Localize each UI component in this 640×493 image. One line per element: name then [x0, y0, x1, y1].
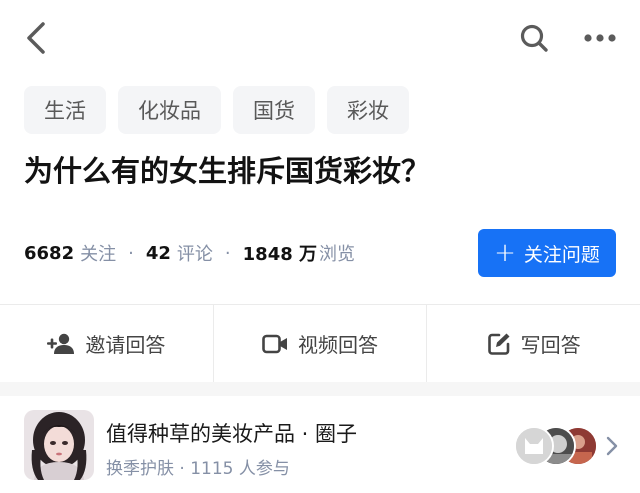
circle-entry[interactable]: 值得种草的美妆产品 · 圈子 换季护肤 · 1115 人参与 [0, 396, 640, 493]
question-stats: 6682 关注 · 42 评论 · 1848 万 浏览 [24, 236, 355, 270]
circle-subtitle: 换季护肤 · 1115 人参与 [106, 459, 290, 479]
write-answer-button[interactable]: 写回答 [426, 305, 640, 382]
circle-cover-image [24, 410, 94, 480]
topic-tag[interactable]: 彩妆 [327, 86, 409, 134]
more-horizontal-icon [584, 34, 616, 42]
edit-icon [487, 333, 510, 355]
invite-answer-button[interactable]: 邀请回答 [0, 305, 213, 382]
video-answer-label: 视频回答 [298, 333, 378, 357]
member-avatars [514, 426, 598, 466]
views-label: 浏览 [319, 244, 356, 265]
write-answer-label: 写回答 [520, 333, 581, 357]
back-button[interactable] [18, 18, 54, 58]
comments-label[interactable]: 评论 [177, 240, 213, 266]
top-navigation-bar [0, 0, 640, 76]
video-camera-icon [262, 334, 287, 353]
video-answer-button[interactable]: 视频回答 [212, 305, 427, 382]
follow-question-label: 关注问题 [523, 243, 600, 266]
circle-title: 值得种草的美妆产品 · 圈子 [106, 422, 358, 446]
avatar [514, 426, 554, 466]
section-divider [0, 382, 640, 396]
search-button[interactable] [516, 20, 552, 56]
invite-user-icon [47, 333, 75, 354]
topic-tag[interactable]: 国货 [233, 86, 315, 134]
followers-count: 6682 [24, 242, 75, 264]
answer-action-bar: 邀请回答 视频回答 写回答 [0, 304, 640, 382]
topic-tags: 生活 化妆品 国货 彩妆 [24, 86, 409, 134]
comments-count[interactable]: 42 [146, 243, 171, 264]
stat-separator: · [128, 242, 134, 264]
more-options-button[interactable] [578, 20, 622, 56]
views-count: 1848 万 [242, 244, 318, 265]
chevron-left-icon [27, 22, 45, 54]
plus-icon: + [494, 238, 516, 268]
invite-answer-label: 邀请回答 [85, 333, 166, 357]
question-title: 为什么有的女生排斥国货彩妆？ [24, 154, 431, 188]
search-icon [520, 24, 548, 52]
topic-tag[interactable]: 生活 [24, 86, 106, 134]
follow-question-button[interactable]: + 关注问题 [478, 229, 616, 277]
stat-separator: · [224, 242, 231, 264]
followers-label: 关注 [80, 244, 117, 265]
topic-tag[interactable]: 化妆品 [118, 86, 221, 134]
chevron-right-icon [606, 436, 618, 456]
